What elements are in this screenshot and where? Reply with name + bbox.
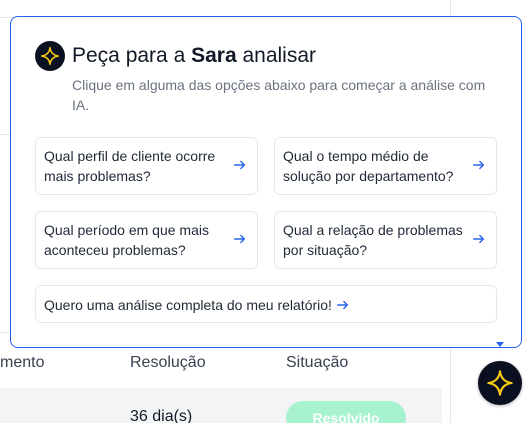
arrow-right-icon [234, 234, 246, 244]
suggestion-avg-time-department[interactable]: Qual o tempo médio de solução por depart… [274, 137, 497, 195]
popover-subtitle: Clique em alguma das opções abaixo para … [72, 77, 486, 113]
arrow-right-icon [473, 234, 485, 244]
ai-assistant-button[interactable] [478, 361, 522, 405]
suggestion-label: Qual a relação de problemas por situação… [283, 222, 463, 258]
popover-pointer [496, 342, 504, 347]
suggestion-problems-by-status[interactable]: Qual a relação de problemas por situação… [274, 211, 497, 269]
arrow-right-icon [473, 160, 485, 170]
resolution-cell: 36 dia(s) [130, 408, 193, 423]
sparkle-icon [35, 41, 65, 71]
suggestion-label: Qual o tempo médio de solução por depart… [283, 148, 454, 184]
sparkle-icon [487, 370, 513, 396]
suggestion-problem-period[interactable]: Qual período em que mais aconteceu probl… [35, 211, 258, 269]
assistant-name: Sara [191, 44, 237, 67]
column-header-resolution: Resolução [130, 354, 206, 371]
suggestion-label: Qual período em que mais aconteceu probl… [44, 222, 209, 258]
arrow-right-icon [336, 300, 349, 310]
column-header-department: mento [0, 354, 45, 371]
ai-assistant-popover: Peça para a Sara analisar Clique em algu… [10, 16, 522, 348]
suggestion-label: Quero uma análise completa do meu relató… [44, 297, 332, 313]
title-prefix: Peça para a [72, 44, 192, 67]
status-badge: Resolvido [286, 401, 406, 423]
column-header-status: Situação [286, 354, 349, 371]
title-suffix: analisar [236, 44, 317, 67]
popover-title: Peça para a Sara analisar [72, 44, 316, 68]
arrow-right-icon [234, 160, 246, 170]
suggestion-full-analysis-row: Quero uma análise completa do meu relató… [44, 295, 350, 315]
suggestion-label: Qual perfil de cliente ocorre mais probl… [44, 148, 216, 184]
suggestion-full-analysis[interactable]: Quero uma análise completa do meu relató… [35, 285, 497, 323]
suggestion-customer-profile[interactable]: Qual perfil de cliente ocorre mais probl… [35, 137, 258, 195]
